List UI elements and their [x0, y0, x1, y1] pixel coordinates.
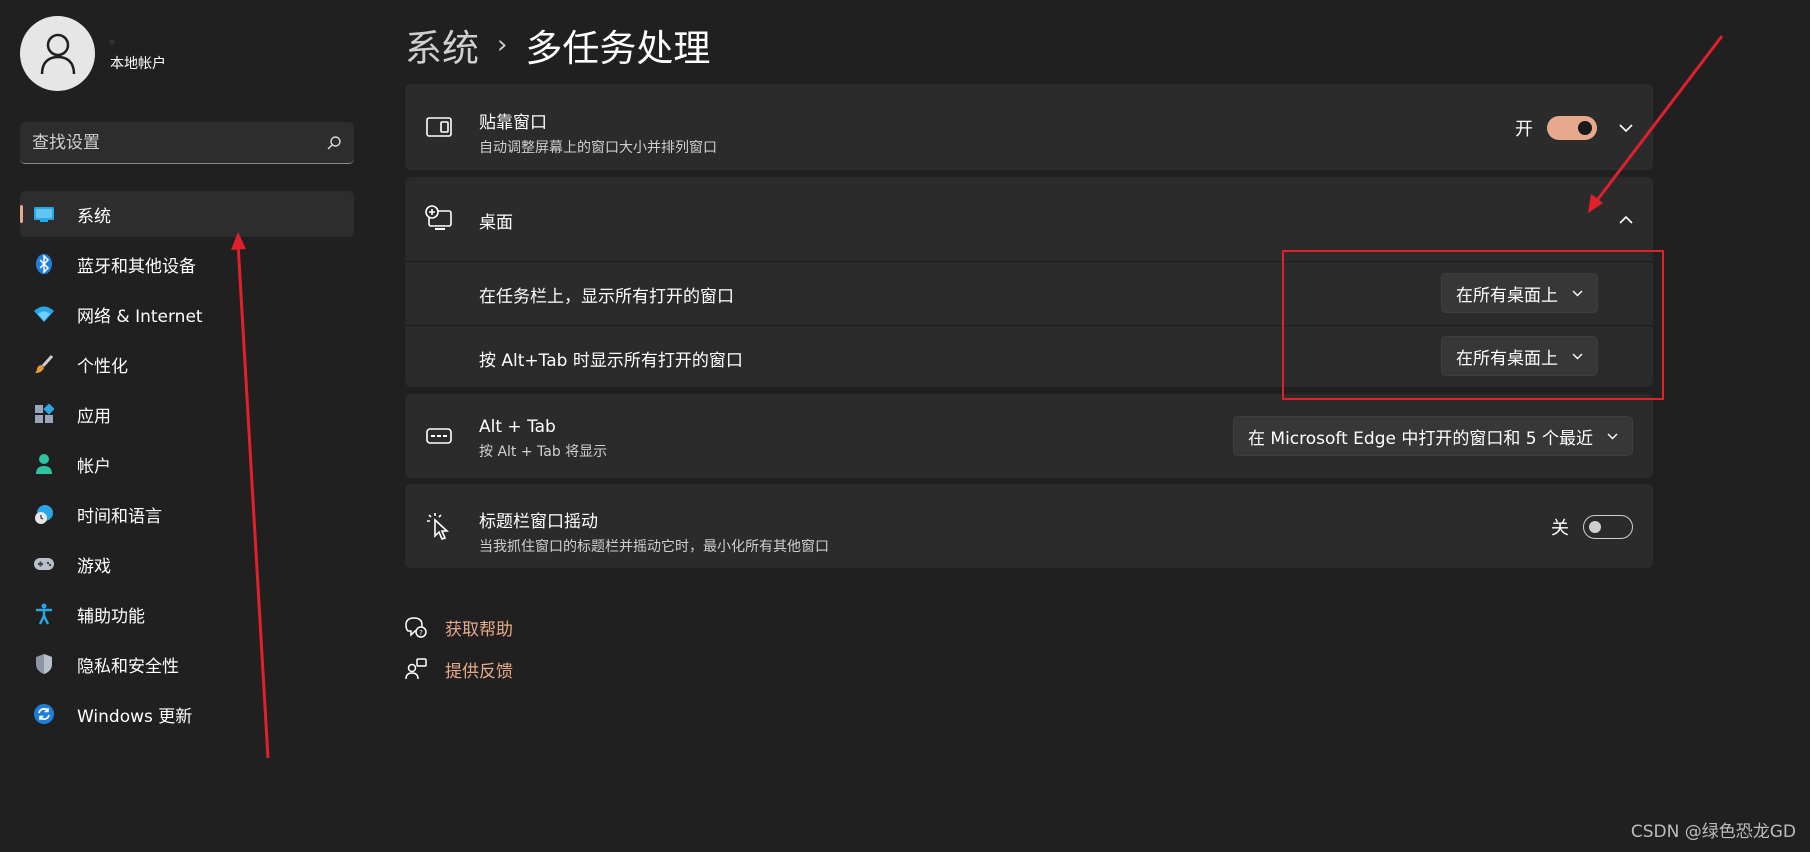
annotation-arrows [231, 35, 1724, 759]
watermark: CSDN @绿色恐龙GD [1630, 822, 1796, 842]
annotation-arrow-chevron [1588, 35, 1724, 213]
annotation-arrow-sidebar [231, 232, 270, 759]
